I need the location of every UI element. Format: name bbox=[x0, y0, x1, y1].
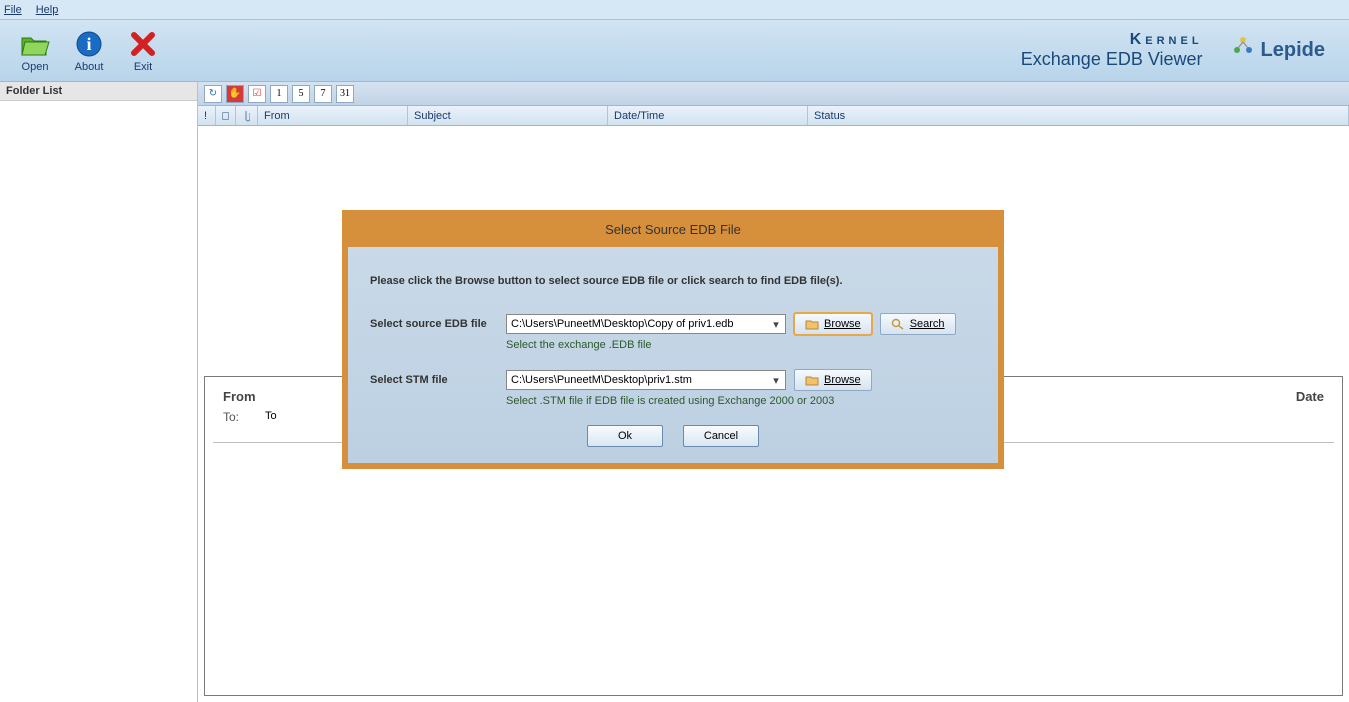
check-icon[interactable]: ☑ bbox=[248, 85, 266, 103]
dialog-title: Select Source EDB File bbox=[348, 216, 998, 247]
about-label: About bbox=[75, 61, 104, 73]
menu-file[interactable]: File bbox=[4, 4, 22, 16]
cancel-button[interactable]: Cancel bbox=[683, 425, 759, 447]
main-toolbar: Open i About Exit Kernel Exchange EDB Vi… bbox=[0, 20, 1349, 82]
refresh-icon[interactable]: ↻ bbox=[204, 85, 222, 103]
folder-icon bbox=[805, 374, 819, 386]
edb-path-value: C:\Users\PuneetM\Desktop\Copy of priv1.e… bbox=[511, 318, 734, 330]
col-icon[interactable] bbox=[216, 106, 236, 125]
chevron-down-icon[interactable]: ▾ bbox=[769, 374, 783, 387]
edb-search-button[interactable]: Search bbox=[880, 313, 956, 335]
chevron-down-icon[interactable]: ▾ bbox=[769, 318, 783, 331]
preview-to-label: To: bbox=[223, 410, 265, 424]
col-status[interactable]: Status bbox=[808, 106, 1349, 125]
edb-path-combobox[interactable]: C:\Users\PuneetM\Desktop\Copy of priv1.e… bbox=[506, 314, 786, 334]
edb-hint: Select the exchange .EDB file bbox=[506, 339, 976, 351]
open-button[interactable]: Open bbox=[8, 29, 62, 73]
dialog-instruction: Please click the Browse button to select… bbox=[370, 275, 976, 287]
col-datetime[interactable]: Date/Time bbox=[608, 106, 808, 125]
brand-logo: Lepide bbox=[1231, 34, 1325, 68]
folder-list-panel: Folder List bbox=[0, 82, 198, 702]
edb-browse-button[interactable]: Browse bbox=[794, 313, 872, 335]
preview-to-value: To bbox=[265, 410, 277, 424]
preview-from-label: From bbox=[223, 389, 256, 404]
brand-area: Kernel Exchange EDB Viewer Lepide bbox=[1021, 31, 1341, 70]
filter-toolbar: ↻ ✋ ☑ 1 5 7 31 bbox=[198, 82, 1349, 106]
stm-label: Select STM file bbox=[370, 374, 506, 386]
preview-date-label: Date bbox=[1296, 389, 1324, 404]
filter-7-button[interactable]: 7 bbox=[314, 85, 332, 103]
folder-list-header: Folder List bbox=[0, 82, 197, 101]
exit-button[interactable]: Exit bbox=[116, 29, 170, 73]
stm-browse-button[interactable]: Browse bbox=[794, 369, 872, 391]
close-icon bbox=[128, 29, 158, 59]
select-source-dialog: Select Source EDB File Please click the … bbox=[342, 210, 1004, 469]
filter-1-button[interactable]: 1 bbox=[270, 85, 288, 103]
exit-label: Exit bbox=[134, 61, 152, 73]
mail-list-header: ! From Subject Date/Time Status bbox=[198, 106, 1349, 126]
col-attach[interactable] bbox=[236, 106, 258, 125]
col-from[interactable]: From bbox=[258, 106, 408, 125]
filter-5-button[interactable]: 5 bbox=[292, 85, 310, 103]
about-button[interactable]: i About bbox=[62, 29, 116, 73]
ok-button[interactable]: Ok bbox=[587, 425, 663, 447]
open-label: Open bbox=[22, 61, 49, 73]
menu-bar: File Help bbox=[0, 0, 1349, 20]
stm-path-combobox[interactable]: C:\Users\PuneetM\Desktop\priv1.stm ▾ bbox=[506, 370, 786, 390]
info-icon: i bbox=[74, 29, 104, 59]
stop-icon[interactable]: ✋ bbox=[226, 85, 244, 103]
stm-path-value: C:\Users\PuneetM\Desktop\priv1.stm bbox=[511, 374, 692, 386]
search-icon bbox=[891, 318, 905, 330]
svg-text:i: i bbox=[86, 34, 91, 54]
brand-kernel: Kernel bbox=[1021, 31, 1203, 49]
filter-31-button[interactable]: 31 bbox=[336, 85, 354, 103]
folder-open-icon bbox=[20, 29, 50, 59]
col-subject[interactable]: Subject bbox=[408, 106, 608, 125]
col-flag[interactable]: ! bbox=[198, 106, 216, 125]
brand-product: Exchange EDB Viewer bbox=[1021, 49, 1203, 70]
folder-icon bbox=[805, 318, 819, 330]
stm-hint: Select .STM file if EDB file is created … bbox=[506, 395, 976, 407]
edb-label: Select source EDB file bbox=[370, 318, 506, 330]
menu-help[interactable]: Help bbox=[36, 4, 59, 16]
